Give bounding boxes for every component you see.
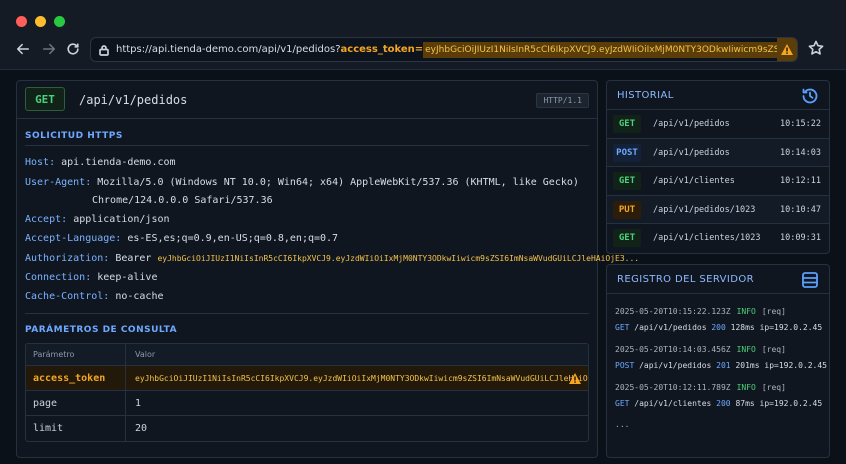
list-item[interactable]: GET /api/v1/clientes 10:12:11 bbox=[607, 167, 829, 196]
request-method-badge[interactable]: GET bbox=[25, 87, 65, 111]
log-ellipsis: ... bbox=[615, 420, 630, 429]
list-item[interactable]: GET /api/v1/pedidos 10:15:22 bbox=[607, 110, 829, 139]
section-divider bbox=[25, 145, 589, 146]
history-path: /api/v1/pedidos/1023 bbox=[653, 204, 756, 215]
table-row[interactable]: page 1 bbox=[26, 391, 588, 416]
history-path: /api/v1/clientes bbox=[653, 176, 735, 186]
minimize-window-button[interactable] bbox=[35, 16, 46, 27]
history-time: 10:12:11 bbox=[780, 176, 821, 186]
arrow-right-icon bbox=[42, 43, 56, 55]
history-panel: HISTORIAL GET /api/v1/pedidos 10:15:22 P… bbox=[606, 80, 830, 254]
reload-icon bbox=[67, 43, 79, 55]
history-time: 10:14:03 bbox=[780, 147, 821, 158]
header-host: Host: api.tienda-demo.com bbox=[25, 157, 176, 168]
request-section-title: SOLICITUD HTTPS bbox=[25, 131, 123, 141]
back-button[interactable] bbox=[13, 38, 33, 60]
log-entry: 2025-05-20T10:12:11.789Z INFO [req] GET /a… bbox=[615, 383, 823, 408]
params-table-header: Parámetro Valor bbox=[26, 344, 588, 366]
server-log-panel: REGISTRO DEL SERVIDOR 2025-05-20T10:15:2… bbox=[606, 264, 830, 458]
header-user-agent-cont: Chrome/124.0.0.0 Safari/537.36 bbox=[92, 195, 273, 206]
column-header-param: Parámetro bbox=[33, 350, 75, 359]
address-bar[interactable]: https://api.tienda-demo.com/api/v1/pedid… bbox=[90, 37, 798, 62]
method-badge: POST bbox=[613, 143, 641, 162]
method-badge: PUT bbox=[613, 200, 641, 219]
url-token-value: eyJhbGciOiJIUzI1NiIsInR5cCI6IkpXVCJ9.eyJ… bbox=[423, 41, 777, 58]
server-log-body: 2025-05-20T10:15:22.123Z INFO [req] GET /a… bbox=[607, 293, 829, 429]
bookmark-star-button[interactable] bbox=[808, 40, 826, 58]
section-divider bbox=[25, 313, 589, 314]
header-authorization: Authorization: Bearer eyJhbGciOiJIUzI1Ni… bbox=[25, 253, 640, 264]
method-badge: GET bbox=[613, 115, 641, 133]
header-cache-control: Cache-Control: no-cache bbox=[25, 291, 164, 302]
history-icon[interactable] bbox=[801, 87, 819, 105]
lock-icon bbox=[98, 44, 110, 56]
list-item[interactable]: POST /api/v1/pedidos 10:14:03 bbox=[607, 138, 829, 167]
list-item[interactable]: PUT /api/v1/pedidos/1023 10:10:47 bbox=[607, 195, 829, 224]
request-path: /api/v1/pedidos bbox=[79, 93, 188, 107]
params-section-title: PARÁMETROS DE CONSULTA bbox=[25, 325, 178, 335]
method-badge: GET bbox=[613, 172, 641, 190]
browser-chrome: https://api.tienda-demo.com/api/v1/pedid… bbox=[0, 0, 846, 70]
method-badge: GET bbox=[613, 229, 641, 247]
history-path: /api/v1/pedidos bbox=[653, 119, 730, 129]
history-time: 10:15:22 bbox=[780, 119, 821, 129]
request-header-bar: GET /api/v1/pedidos HTTP/1.1 bbox=[17, 81, 597, 119]
history-time: 10:09:31 bbox=[780, 233, 821, 243]
warning-icon[interactable] bbox=[777, 38, 797, 61]
params-table: Parámetro Valor access_token eyJhbGciOiJ… bbox=[25, 343, 589, 442]
authorization-token: eyJhbGciOiJIUzI1NiIsInR5cCI6IkpXVCJ9.eyJ… bbox=[157, 254, 640, 263]
param-value: 1 bbox=[135, 397, 142, 409]
url-token-param: access_token= bbox=[340, 44, 424, 55]
history-title: HISTORIAL bbox=[617, 90, 674, 101]
warning-icon bbox=[568, 372, 582, 388]
header-accept: Accept: application/json bbox=[25, 214, 170, 225]
server-icon bbox=[801, 271, 819, 289]
log-entry: 2025-05-20T10:14:03.456Z INFO [req] POST /… bbox=[615, 345, 827, 370]
header-accept-language: Accept-Language: es-ES,es;q=0.9,en-US;q=… bbox=[25, 233, 339, 244]
history-path: /api/v1/clientes/1023 bbox=[653, 233, 761, 243]
param-name: limit bbox=[26, 416, 126, 441]
window-controls bbox=[16, 16, 65, 27]
request-panel: GET /api/v1/pedidos HTTP/1.1 SOLICITUD H… bbox=[16, 80, 639, 458]
param-name: page bbox=[26, 391, 126, 415]
table-row[interactable]: limit 20 bbox=[26, 416, 588, 441]
param-value: eyJhbGciOiJIUzI1NiIsInR5cCI6IkpXVCJ9.eyJ… bbox=[135, 373, 588, 383]
arrow-left-icon bbox=[16, 43, 30, 55]
list-item[interactable]: GET /api/v1/clientes/1023 10:09:31 bbox=[607, 224, 829, 253]
param-value: 20 bbox=[135, 423, 148, 434]
maximize-window-button[interactable] bbox=[54, 16, 65, 27]
server-log-title: REGISTRO DEL SERVIDOR bbox=[617, 274, 754, 285]
url-base: https://api.tienda-demo.com/api/v1/pedid… bbox=[116, 44, 341, 55]
history-list: GET /api/v1/pedidos 10:15:22 POST /api/v… bbox=[607, 109, 829, 253]
table-row[interactable]: access_token eyJhbGciOiJIUzI1NiIsInR5cCI… bbox=[26, 366, 588, 391]
header-connection: Connection: keep-alive bbox=[25, 272, 158, 283]
log-entry: 2025-05-20T10:15:22.123Z INFO [req] GET /a… bbox=[615, 307, 823, 332]
column-header-value: Valor bbox=[135, 350, 156, 359]
history-time: 10:10:47 bbox=[780, 204, 821, 215]
header-user-agent: User-Agent: Mozilla/5.0 (Windows NT 10.0… bbox=[25, 177, 579, 188]
protocol-badge: HTTP/1.1 bbox=[536, 93, 589, 108]
forward-button[interactable] bbox=[39, 38, 59, 60]
reload-button[interactable] bbox=[63, 38, 83, 60]
param-name: access_token bbox=[26, 366, 126, 390]
close-window-button[interactable] bbox=[16, 16, 27, 27]
star-icon bbox=[808, 40, 824, 55]
history-path: /api/v1/pedidos bbox=[653, 147, 730, 158]
